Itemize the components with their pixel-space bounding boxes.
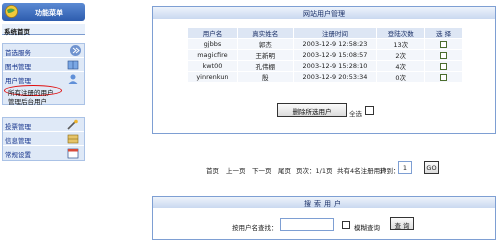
cell-realname: 孔伟棚 <box>236 60 294 72</box>
menu-header-title: 功能菜单 <box>35 9 63 17</box>
column-header: 选 择 <box>424 27 463 39</box>
cell-login-count: 2次 <box>376 49 426 61</box>
menu-group-management: 投票管理 信息管理 常规设置 <box>2 117 85 161</box>
sidebar-item-label: 用户管理 <box>5 77 31 85</box>
row-checkbox[interactable] <box>440 51 448 59</box>
sidebar-item-users[interactable]: 用户管理 <box>3 72 84 86</box>
go-label: GO <box>426 164 437 172</box>
first-page-link[interactable]: 首页 <box>206 165 219 175</box>
column-header: 注册时间 <box>292 27 378 39</box>
sidebar-item-label: 图书管理 <box>5 63 31 71</box>
sidebar-item-votes[interactable]: 投票管理 <box>3 118 84 132</box>
delete-selected-label: 删除所选用户 <box>292 108 332 116</box>
page-number-input[interactable]: 1 <box>398 161 412 174</box>
table-row: yinrenkun 殷 2003-12-9 20:53:34 0次 <box>187 71 463 83</box>
cell-select <box>424 38 463 50</box>
cell-login-count: 4次 <box>376 60 426 72</box>
column-header: 真实姓名 <box>236 27 294 39</box>
sidebar-item-label: 信息管理 <box>5 137 31 145</box>
cell-register-time: 2003-12-9 12:58:23 <box>292 38 378 50</box>
cell-username: yinrenkun <box>187 71 238 83</box>
cell-register-time: 2003-12-9 15:28:10 <box>292 60 378 72</box>
table-header-row: 用户名 真实姓名 注册时间 登陆次数 选 择 <box>187 27 463 39</box>
column-header: 登陆次数 <box>376 27 426 39</box>
users-table: 用户名 真实姓名 注册时间 登陆次数 选 择 gjbbs 郭杰 2003-12-… <box>187 27 463 83</box>
sidebar-item-label: 投票管理 <box>5 123 31 131</box>
cell-select <box>424 49 463 61</box>
row-checkbox[interactable] <box>440 62 448 70</box>
sidebar-item-books[interactable]: 图书管理 <box>3 58 84 72</box>
table-row: gjbbs 郭杰 2003-12-9 12:58:23 13次 <box>187 38 463 50</box>
menu-header: 功能菜单 <box>2 3 85 21</box>
cell-username: kwt00 <box>187 60 238 72</box>
panel-title-bar: 网站用户管理 <box>153 7 495 19</box>
drawer-icon <box>67 134 79 144</box>
sidebar-subitem-admin-users[interactable]: 管理后台用户 <box>3 95 84 106</box>
cell-login-count: 0次 <box>376 71 426 83</box>
search-title-bar: 搜索用户 <box>153 197 495 208</box>
select-all-label: 全选 <box>349 110 362 118</box>
sidebar-subitem-all-users[interactable]: 所有注册的用户 <box>3 85 84 97</box>
sidebar: 功能菜单 系统首页 首选服务 图书管理 用户管理 所有注册的用户 管理后台用户 … <box>0 0 87 240</box>
search-by-username-label: 按用户名查找： <box>232 224 278 232</box>
user-icon <box>68 74 78 84</box>
user-management-panel: 网站用户管理 用户名 真实姓名 注册时间 登陆次数 选 择 gjbbs 郭杰 2… <box>152 6 496 134</box>
panel-title: 网站用户管理 <box>303 10 345 18</box>
jump-label: 转到： <box>380 167 400 175</box>
calendar-icon <box>67 148 79 159</box>
cell-realname: 王新明 <box>236 49 294 61</box>
sidebar-item-settings[interactable]: 常规设置 <box>3 146 84 160</box>
cell-login-count: 13次 <box>376 38 426 50</box>
query-button[interactable]: 查 询 <box>390 217 414 230</box>
prev-page-link[interactable]: 上一页 <box>226 165 246 175</box>
search-input[interactable] <box>280 218 334 231</box>
next-page-link[interactable]: 下一页 <box>252 165 272 175</box>
sidebar-subitem-label: 管理后台用户 <box>8 98 47 106</box>
sidebar-item-label: 常规设置 <box>5 151 31 159</box>
cell-realname: 殷 <box>236 71 294 83</box>
cell-register-time: 2003-12-9 15:08:57 <box>292 49 378 61</box>
home-label: 系统首页 <box>4 28 30 36</box>
book-icon <box>67 60 79 70</box>
tools-icon <box>67 119 78 130</box>
search-panel: 搜索用户 按用户名查找： 模糊查询 查 询 <box>152 196 496 240</box>
row-checkbox[interactable] <box>440 73 448 81</box>
cell-username: magicfire <box>187 49 238 61</box>
home-link[interactable]: 系统首页 <box>2 24 85 36</box>
sidebar-item-label: 首选服务 <box>5 49 31 57</box>
table-row: kwt00 孔伟棚 2003-12-9 15:28:10 4次 <box>187 60 463 72</box>
cell-register-time: 2003-12-9 20:53:34 <box>292 71 378 83</box>
select-all-checkbox[interactable] <box>365 106 374 115</box>
cell-username: gjbbs <box>187 38 238 50</box>
go-button[interactable]: GO <box>424 161 439 174</box>
delete-selected-button[interactable]: 删除所选用户 <box>277 103 347 117</box>
row-checkbox[interactable] <box>440 40 448 48</box>
column-header: 用户名 <box>187 27 238 39</box>
cell-realname: 郭杰 <box>236 38 294 50</box>
earth-logo-icon <box>5 5 18 18</box>
sidebar-item-info[interactable]: 信息管理 <box>3 132 84 146</box>
menu-group-services: 首选服务 图书管理 用户管理 所有注册的用户 管理后台用户 <box>2 43 85 106</box>
double-chevron-icon[interactable] <box>70 45 81 56</box>
page-number-value: 1 <box>402 164 408 172</box>
table-row: magicfire 王新明 2003-12-9 15:08:57 2次 <box>187 49 463 61</box>
last-page-link[interactable]: 尾页 <box>278 165 291 175</box>
sidebar-item-preferred-services[interactable]: 首选服务 <box>3 44 84 58</box>
cell-select <box>424 71 463 83</box>
query-label: 查 询 <box>394 222 410 230</box>
page-info: 页次：1/1页 <box>296 167 333 175</box>
cell-select <box>424 60 463 72</box>
fuzzy-query-label: 模糊查询 <box>354 224 380 232</box>
search-title: 搜索用户 <box>304 200 344 208</box>
fuzzy-query-checkbox[interactable] <box>342 221 350 229</box>
